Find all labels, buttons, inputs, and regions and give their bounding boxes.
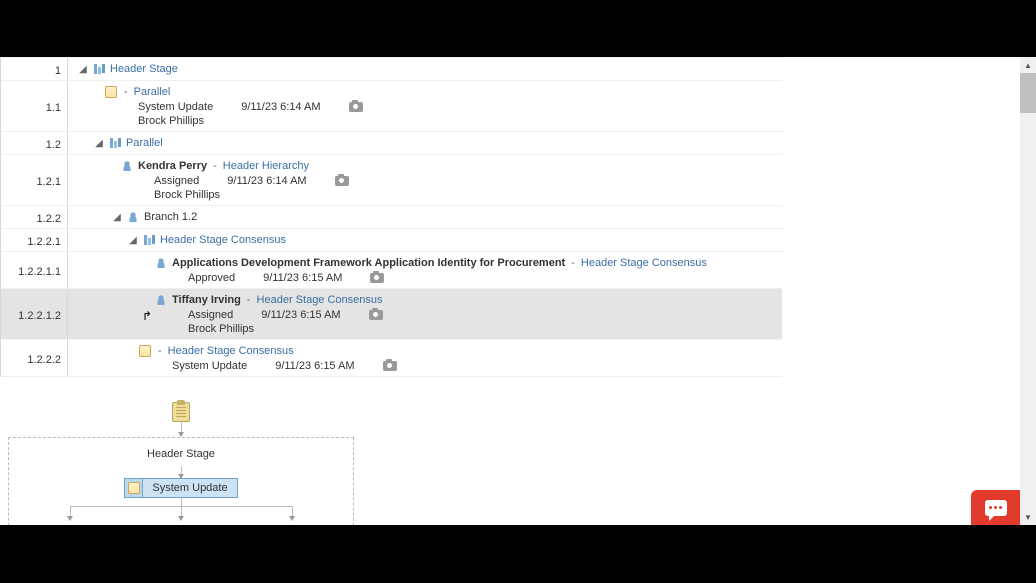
user-name: Brock Phillips [154, 189, 220, 201]
timestamp: 9/11/23 6:15 AM [275, 360, 354, 372]
status-text: System Update [172, 360, 247, 372]
clipboard-icon [172, 402, 190, 422]
cursor-icon: ↱ [142, 309, 152, 323]
row-number: 1.2.1 [1, 155, 68, 205]
separator: - [211, 160, 219, 172]
row-number: 1.2 [1, 132, 68, 154]
camera-icon[interactable] [370, 273, 384, 283]
assignee-name[interactable]: Kendra Perry [138, 160, 207, 172]
document-icon [104, 85, 118, 99]
tree-row-1.2[interactable]: 1.2 ◢ Parallel [1, 131, 782, 154]
scroll-down-icon[interactable]: ▼ [1020, 509, 1036, 525]
row-number: 1.2.2.2 [1, 340, 68, 376]
tree-row-1.2.2.1.1[interactable]: 1.2.2.1.1 Applications Development Frame… [1, 251, 782, 288]
row-number: 1 [1, 58, 68, 80]
node-link[interactable]: Parallel [134, 86, 171, 98]
parallel-icon [108, 136, 122, 150]
status-text: Approved [188, 272, 235, 284]
chat-icon [985, 500, 1007, 516]
document-icon [138, 344, 152, 358]
collapse-icon[interactable]: ◢ [94, 138, 104, 148]
scrollbar-thumb[interactable] [1020, 73, 1036, 113]
document-icon [128, 482, 140, 494]
branch-label: Branch 1.2 [144, 211, 197, 223]
stage-icon [92, 62, 106, 76]
scrollbar[interactable]: ▲ ▼ [1020, 57, 1036, 525]
status-text: Assigned [154, 175, 199, 187]
approval-tree: 1 ◢ Header Stage 1.1 - Parallel System U [0, 57, 782, 377]
row-number: 1.2.2.1.1 [1, 252, 68, 288]
workflow-diagram: Header Stage System Update Kendra Perry [8, 402, 354, 525]
node-link[interactable]: Header Stage [110, 63, 178, 75]
status-text: Assigned [188, 309, 233, 321]
separator: - [245, 294, 253, 306]
tree-row-1.1[interactable]: 1.1 - Parallel System Update 9/11/23 6:1… [1, 80, 782, 131]
timestamp: 9/11/23 6:14 AM [227, 175, 306, 187]
node-link[interactable]: Header Stage Consensus [160, 234, 286, 246]
assignee-name[interactable]: Applications Development Framework Appli… [172, 257, 565, 269]
node-link[interactable]: Parallel [126, 137, 163, 149]
node-link[interactable]: Header Stage Consensus [168, 345, 294, 357]
scroll-up-icon[interactable]: ▲ [1020, 57, 1036, 73]
row-number: 1.1 [1, 81, 68, 131]
status-text: System Update [138, 101, 213, 113]
user-name: Brock Phillips [138, 115, 204, 127]
collapse-icon[interactable]: ◢ [128, 235, 138, 245]
camera-icon[interactable] [335, 176, 349, 186]
tree-row-1.2.1[interactable]: 1.2.1 Kendra Perry - Header Hierarchy As… [1, 154, 782, 205]
collapse-icon[interactable]: ◢ [78, 64, 88, 74]
row-number: 1.2.2.1.2 [1, 289, 68, 339]
person-icon [120, 159, 134, 173]
camera-icon[interactable] [383, 361, 397, 371]
row-number: 1.2.2 [1, 206, 68, 228]
tree-row-1[interactable]: 1 ◢ Header Stage [1, 57, 782, 80]
person-icon [154, 256, 168, 270]
tree-row-1.2.2.1.2[interactable]: 1.2.2.1.2 Tiffany Irving - Header Stage … [1, 288, 782, 339]
person-icon [154, 293, 168, 307]
chat-button[interactable] [971, 490, 1020, 525]
timestamp: 9/11/23 6:15 AM [261, 309, 340, 321]
timestamp: 9/11/23 6:14 AM [241, 101, 320, 113]
system-update-node[interactable]: System Update [124, 478, 238, 498]
role-link[interactable]: Header Stage Consensus [257, 294, 383, 306]
role-link[interactable]: Header Hierarchy [223, 160, 309, 172]
stage-container: Header Stage System Update Kendra Perry [8, 437, 354, 525]
collapse-icon[interactable]: ◢ [112, 212, 122, 222]
node-label: System Update [143, 479, 237, 497]
separator: - [156, 345, 164, 357]
camera-icon[interactable] [349, 102, 363, 112]
timestamp: 9/11/23 6:15 AM [263, 272, 342, 284]
separator: - [569, 257, 577, 269]
tree-row-1.2.2.1[interactable]: 1.2.2.1 ◢ Header Stage Consensus [1, 228, 782, 251]
camera-icon[interactable] [369, 310, 383, 320]
stage-title: Header Stage [15, 446, 347, 466]
user-name: Brock Phillips [188, 323, 254, 335]
row-number: 1.2.2.1 [1, 229, 68, 251]
separator: - [122, 86, 130, 98]
role-link[interactable]: Header Stage Consensus [581, 257, 707, 269]
person-icon [126, 210, 140, 224]
tree-row-1.2.2.2[interactable]: 1.2.2.2 - Header Stage Consensus System … [1, 339, 782, 377]
parallel-icon [142, 233, 156, 247]
tree-row-1.2.2[interactable]: 1.2.2 ◢ Branch 1.2 [1, 205, 782, 228]
assignee-name[interactable]: Tiffany Irving [172, 294, 241, 306]
